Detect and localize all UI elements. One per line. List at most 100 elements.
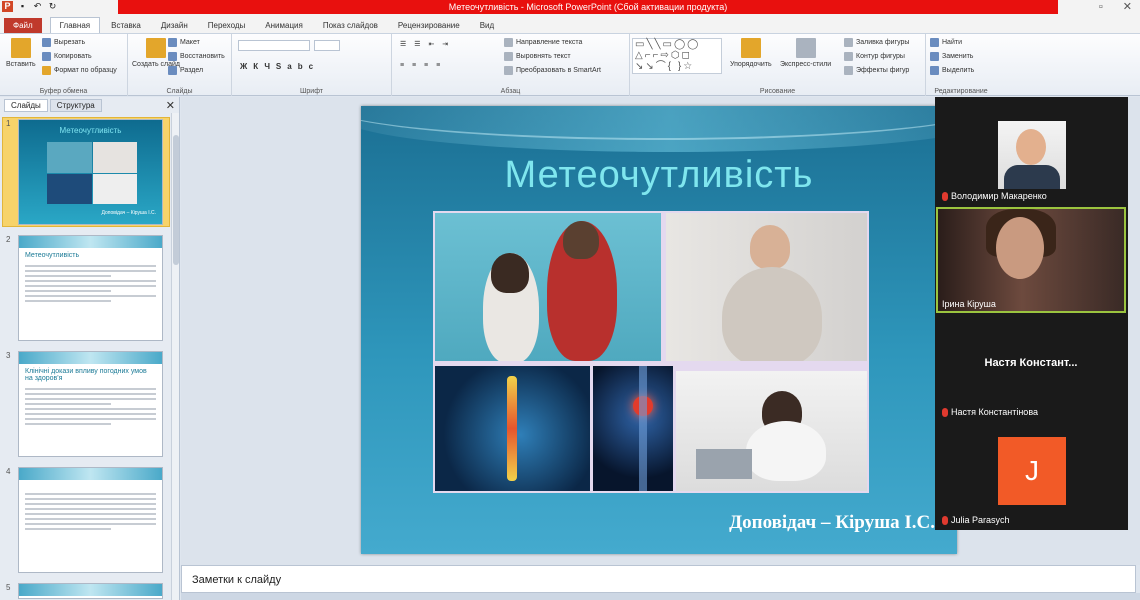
tab-insert[interactable]: Вставка (102, 18, 150, 33)
powerpoint-window: P ▪ ↶ ↻ Метеочутливість - Microsoft Powe… (0, 0, 1140, 600)
fill-icon (844, 38, 853, 47)
slide-title[interactable]: Метеочутливість (361, 154, 957, 197)
participant-tile[interactable]: J Julia Parasych (936, 423, 1126, 529)
smartart-icon (504, 66, 513, 75)
group-slides: Создать слайд Макет Восстановить Раздел … (128, 34, 232, 96)
tab-home[interactable]: Главная (49, 17, 101, 33)
cut-button[interactable]: Вырезать (42, 38, 85, 47)
format-painter-button[interactable]: Формат по образцу (42, 66, 117, 75)
thumb-title: Клінічні докази впливу погодних умов на … (25, 368, 147, 382)
quick-access-toolbar: P ▪ ↶ ↻ (2, 1, 58, 12)
tab-design[interactable]: Дизайн (152, 18, 197, 33)
current-slide[interactable]: Метеочутливість Доповідач – Кіруша І.С. (361, 106, 957, 554)
participants-panel: Володимир Макаренко Ірина Кіруша Настя К… (935, 97, 1128, 530)
tab-review[interactable]: Рецензирование (389, 18, 469, 33)
save-icon[interactable]: ▪ (17, 1, 28, 12)
undo-icon[interactable]: ↶ (32, 1, 43, 12)
thumbnail-scrollbar[interactable] (171, 113, 179, 600)
text-direction-button[interactable]: Направление текста (504, 38, 582, 47)
redo-icon[interactable]: ↻ (47, 1, 58, 12)
quick-styles-button[interactable]: Экспресс-стили (780, 38, 831, 68)
tab-view[interactable]: Вид (471, 18, 503, 33)
participant-tile-active-speaker[interactable]: Ірина Кіруша (936, 207, 1126, 313)
group-title-clipboard: Буфер обмена (39, 88, 88, 95)
tab-animations[interactable]: Анимация (256, 18, 312, 33)
participant-video (936, 207, 1126, 313)
shapes-gallery[interactable]: ▭╲╲▭◯◯ △⌐⌐⇨⬡◻ ↘↘⌒{ }☆ (632, 38, 722, 74)
outline-icon (844, 52, 853, 61)
participant-name: Настя Константінова (951, 407, 1038, 417)
group-clipboard: Вставить Вырезать Копировать Формат по о… (0, 34, 128, 96)
restore-icon[interactable]: ▫ (1099, 0, 1103, 14)
smartart-button[interactable]: Преобразовать в SmartArt (504, 66, 601, 75)
panel-tabs: Слайды Структура ✕ (0, 97, 179, 113)
scissors-icon (42, 38, 51, 47)
quick-styles-icon (795, 38, 816, 58)
powerpoint-logo-icon[interactable]: P (2, 1, 13, 12)
group-title-editing: Редактирование (934, 88, 988, 95)
shape-outline-button[interactable]: Контур фигуры (844, 52, 905, 61)
status-bar (181, 593, 1140, 600)
shape-effects-button[interactable]: Эффекты фигур (844, 66, 909, 75)
font-format-buttons[interactable]: ЖКЧSabc (240, 62, 319, 71)
cursor-icon (930, 66, 939, 75)
slide-thumb-image: Метеочутливість Доповідач – Кіруша І.С. (18, 119, 163, 225)
close-icon[interactable]: ✕ (166, 99, 175, 112)
group-font: ЖКЧSabc Шрифт (232, 34, 392, 96)
window-title: Метеочутливість - Microsoft PowerPoint (… (118, 0, 1058, 14)
find-button[interactable]: Найти (930, 38, 962, 47)
tab-slideshow[interactable]: Показ слайдов (314, 18, 387, 33)
thumb-collage (47, 142, 137, 204)
photo-woman-at-laptop (676, 371, 867, 491)
notes-placeholder: Заметки к слайду (192, 574, 282, 586)
mic-muted-icon (942, 407, 948, 417)
section-icon (168, 66, 177, 75)
presenter-text[interactable]: Доповідач – Кіруша І.С. (729, 512, 935, 534)
slide-thumb-image (18, 467, 163, 573)
group-title-drawing: Рисование (759, 88, 796, 95)
tab-file[interactable]: Файл (4, 18, 42, 33)
participant-name: Ірина Кіруша (942, 299, 996, 309)
font-name-field[interactable] (238, 40, 310, 51)
replace-button[interactable]: Заменить (930, 52, 973, 61)
copy-button[interactable]: Копировать (42, 52, 92, 61)
list-buttons[interactable]: ☰ ☰ ⇤ ⇥ (400, 40, 451, 48)
shape-fill-button[interactable]: Заливка фигуры (844, 38, 909, 47)
participant-tile[interactable]: Володимир Макаренко (936, 99, 1126, 205)
photo-spine-xray (435, 366, 590, 491)
reset-button[interactable]: Восстановить (168, 52, 225, 61)
paste-button[interactable]: Вставить (6, 38, 36, 68)
mic-muted-icon (942, 515, 948, 525)
font-size-field[interactable] (314, 40, 340, 51)
slide-thumb-image (18, 583, 163, 599)
align-buttons[interactable]: ≡ ≡ ≡ ≡ (400, 62, 443, 69)
group-title-font: Шрифт (299, 88, 324, 95)
slide-thumbnails-panel: Слайды Структура ✕ 1 Метеочутливість Доп… (0, 97, 180, 600)
slide-number: 1 (6, 119, 11, 128)
thumb-footer: Доповідач – Кіруша І.С. (101, 210, 156, 216)
notes-pane[interactable]: Заметки к слайду (181, 565, 1136, 593)
title-bar: P ▪ ↶ ↻ Метеочутливість - Microsoft Powe… (0, 0, 1140, 14)
photo-knee-xray (593, 366, 673, 491)
thumb-title: Метеочутливість (59, 126, 122, 135)
layout-button[interactable]: Макет (168, 38, 200, 47)
tab-slides[interactable]: Слайды (4, 98, 48, 112)
photo-man-chest-pain (666, 213, 867, 361)
paste-icon (10, 38, 31, 58)
group-title-paragraph: Абзац (500, 88, 521, 95)
photo-collage[interactable] (433, 211, 869, 493)
brush-icon (42, 66, 51, 75)
close-icon[interactable]: ✕ (1123, 0, 1132, 14)
tab-transitions[interactable]: Переходы (199, 18, 255, 33)
participant-name: Julia Parasych (951, 515, 1010, 525)
group-drawing: ▭╲╲▭◯◯ △⌐⌐⇨⬡◻ ↘↘⌒{ }☆ Упорядочить Экспре… (630, 34, 926, 96)
slide-number: 3 (6, 351, 11, 360)
section-button[interactable]: Раздел (168, 66, 203, 75)
select-button[interactable]: Выделить (930, 66, 974, 75)
tab-outline[interactable]: Структура (49, 98, 102, 112)
arrange-button[interactable]: Упорядочить (730, 38, 772, 68)
thumb-title: Метеочутливість (25, 252, 80, 259)
group-paragraph: ☰ ☰ ⇤ ⇥ ≡ ≡ ≡ ≡ Направление текста Выров… (392, 34, 630, 96)
participant-tile[interactable]: Настя Констант... Настя Константінова (936, 315, 1126, 421)
align-text-button[interactable]: Выровнять текст (504, 52, 571, 61)
